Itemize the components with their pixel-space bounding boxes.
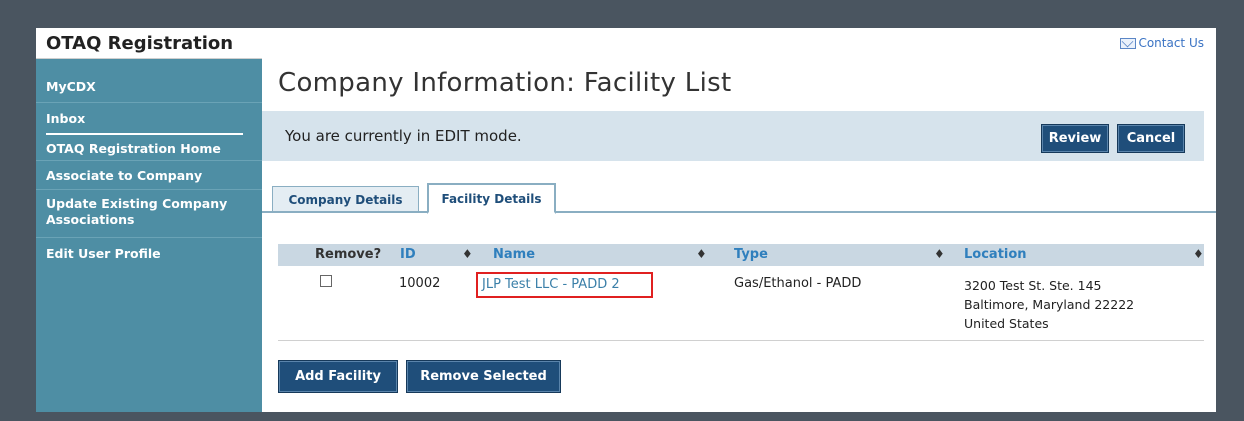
location-line: United States bbox=[964, 316, 1049, 331]
facility-type: Gas/Ethanol - PADD bbox=[734, 276, 862, 291]
location-line: Baltimore, Maryland 22222 bbox=[964, 297, 1135, 312]
app-title: OTAQ Registration bbox=[36, 28, 262, 59]
page-title: Company Information: Facility List bbox=[278, 68, 732, 98]
remove-selected-button[interactable]: Remove Selected bbox=[406, 360, 561, 393]
sidebar-item-inbox[interactable]: Inbox OTAQ Registration Home bbox=[36, 103, 262, 161]
sort-icon[interactable]: ♦ bbox=[462, 247, 473, 261]
sidebar-item-mycdx[interactable]: MyCDX bbox=[36, 59, 262, 103]
sort-icon[interactable]: ♦ bbox=[696, 247, 707, 261]
sort-icon[interactable]: ♦ bbox=[1193, 247, 1204, 261]
column-header-location[interactable]: Location bbox=[964, 247, 1027, 262]
sidebar-item-edit-profile[interactable]: Edit User Profile bbox=[36, 238, 262, 268]
sidebar-item-label: Inbox bbox=[46, 111, 86, 126]
sidebar-item-update-associations[interactable]: Update Existing Company Associations bbox=[36, 190, 262, 238]
sidebar-item-associate[interactable]: Associate to Company bbox=[36, 161, 262, 190]
facility-table-header: Remove? ID ♦ Name ♦ Type ♦ Location ♦ bbox=[278, 244, 1204, 266]
tab-facility-details[interactable]: Facility Details bbox=[427, 183, 556, 214]
cancel-button[interactable]: Cancel bbox=[1117, 124, 1185, 153]
remove-checkbox[interactable] bbox=[320, 275, 332, 287]
edit-mode-message: You are currently in EDIT mode. bbox=[285, 127, 522, 145]
facility-id: 10002 bbox=[399, 276, 441, 291]
envelope-icon bbox=[1120, 37, 1137, 49]
column-header-id[interactable]: ID bbox=[400, 247, 416, 262]
facility-location: 3200 Test St. Ste. 145 Baltimore, Maryla… bbox=[964, 276, 1134, 333]
add-facility-button[interactable]: Add Facility bbox=[278, 360, 398, 393]
tabs-divider bbox=[262, 211, 1216, 213]
app-frame: OTAQ Registration MyCDX Inbox OTAQ Regis… bbox=[36, 28, 1216, 412]
tab-company-details[interactable]: Company Details bbox=[272, 186, 419, 213]
column-header-type[interactable]: Type bbox=[734, 247, 768, 262]
sort-icon[interactable]: ♦ bbox=[934, 247, 945, 261]
contact-us-label: Contact Us bbox=[1138, 36, 1204, 50]
edit-mode-bar: You are currently in EDIT mode. Review C… bbox=[262, 111, 1204, 161]
table-row: 10002 JLP Test LLC - PADD 2 Gas/Ethanol … bbox=[278, 268, 1204, 341]
contact-us-link[interactable]: Contact Us bbox=[1120, 36, 1204, 50]
column-header-remove: Remove? bbox=[315, 247, 382, 262]
column-header-name[interactable]: Name bbox=[493, 247, 535, 262]
facility-name-link[interactable]: JLP Test LLC - PADD 2 bbox=[476, 272, 653, 298]
sidebar-divider bbox=[46, 133, 243, 135]
review-button[interactable]: Review bbox=[1041, 124, 1109, 153]
sidebar-item-otaq-home[interactable]: OTAQ Registration Home bbox=[46, 141, 221, 157]
location-line: 3200 Test St. Ste. 145 bbox=[964, 278, 1102, 293]
sidebar: OTAQ Registration MyCDX Inbox OTAQ Regis… bbox=[36, 28, 262, 412]
